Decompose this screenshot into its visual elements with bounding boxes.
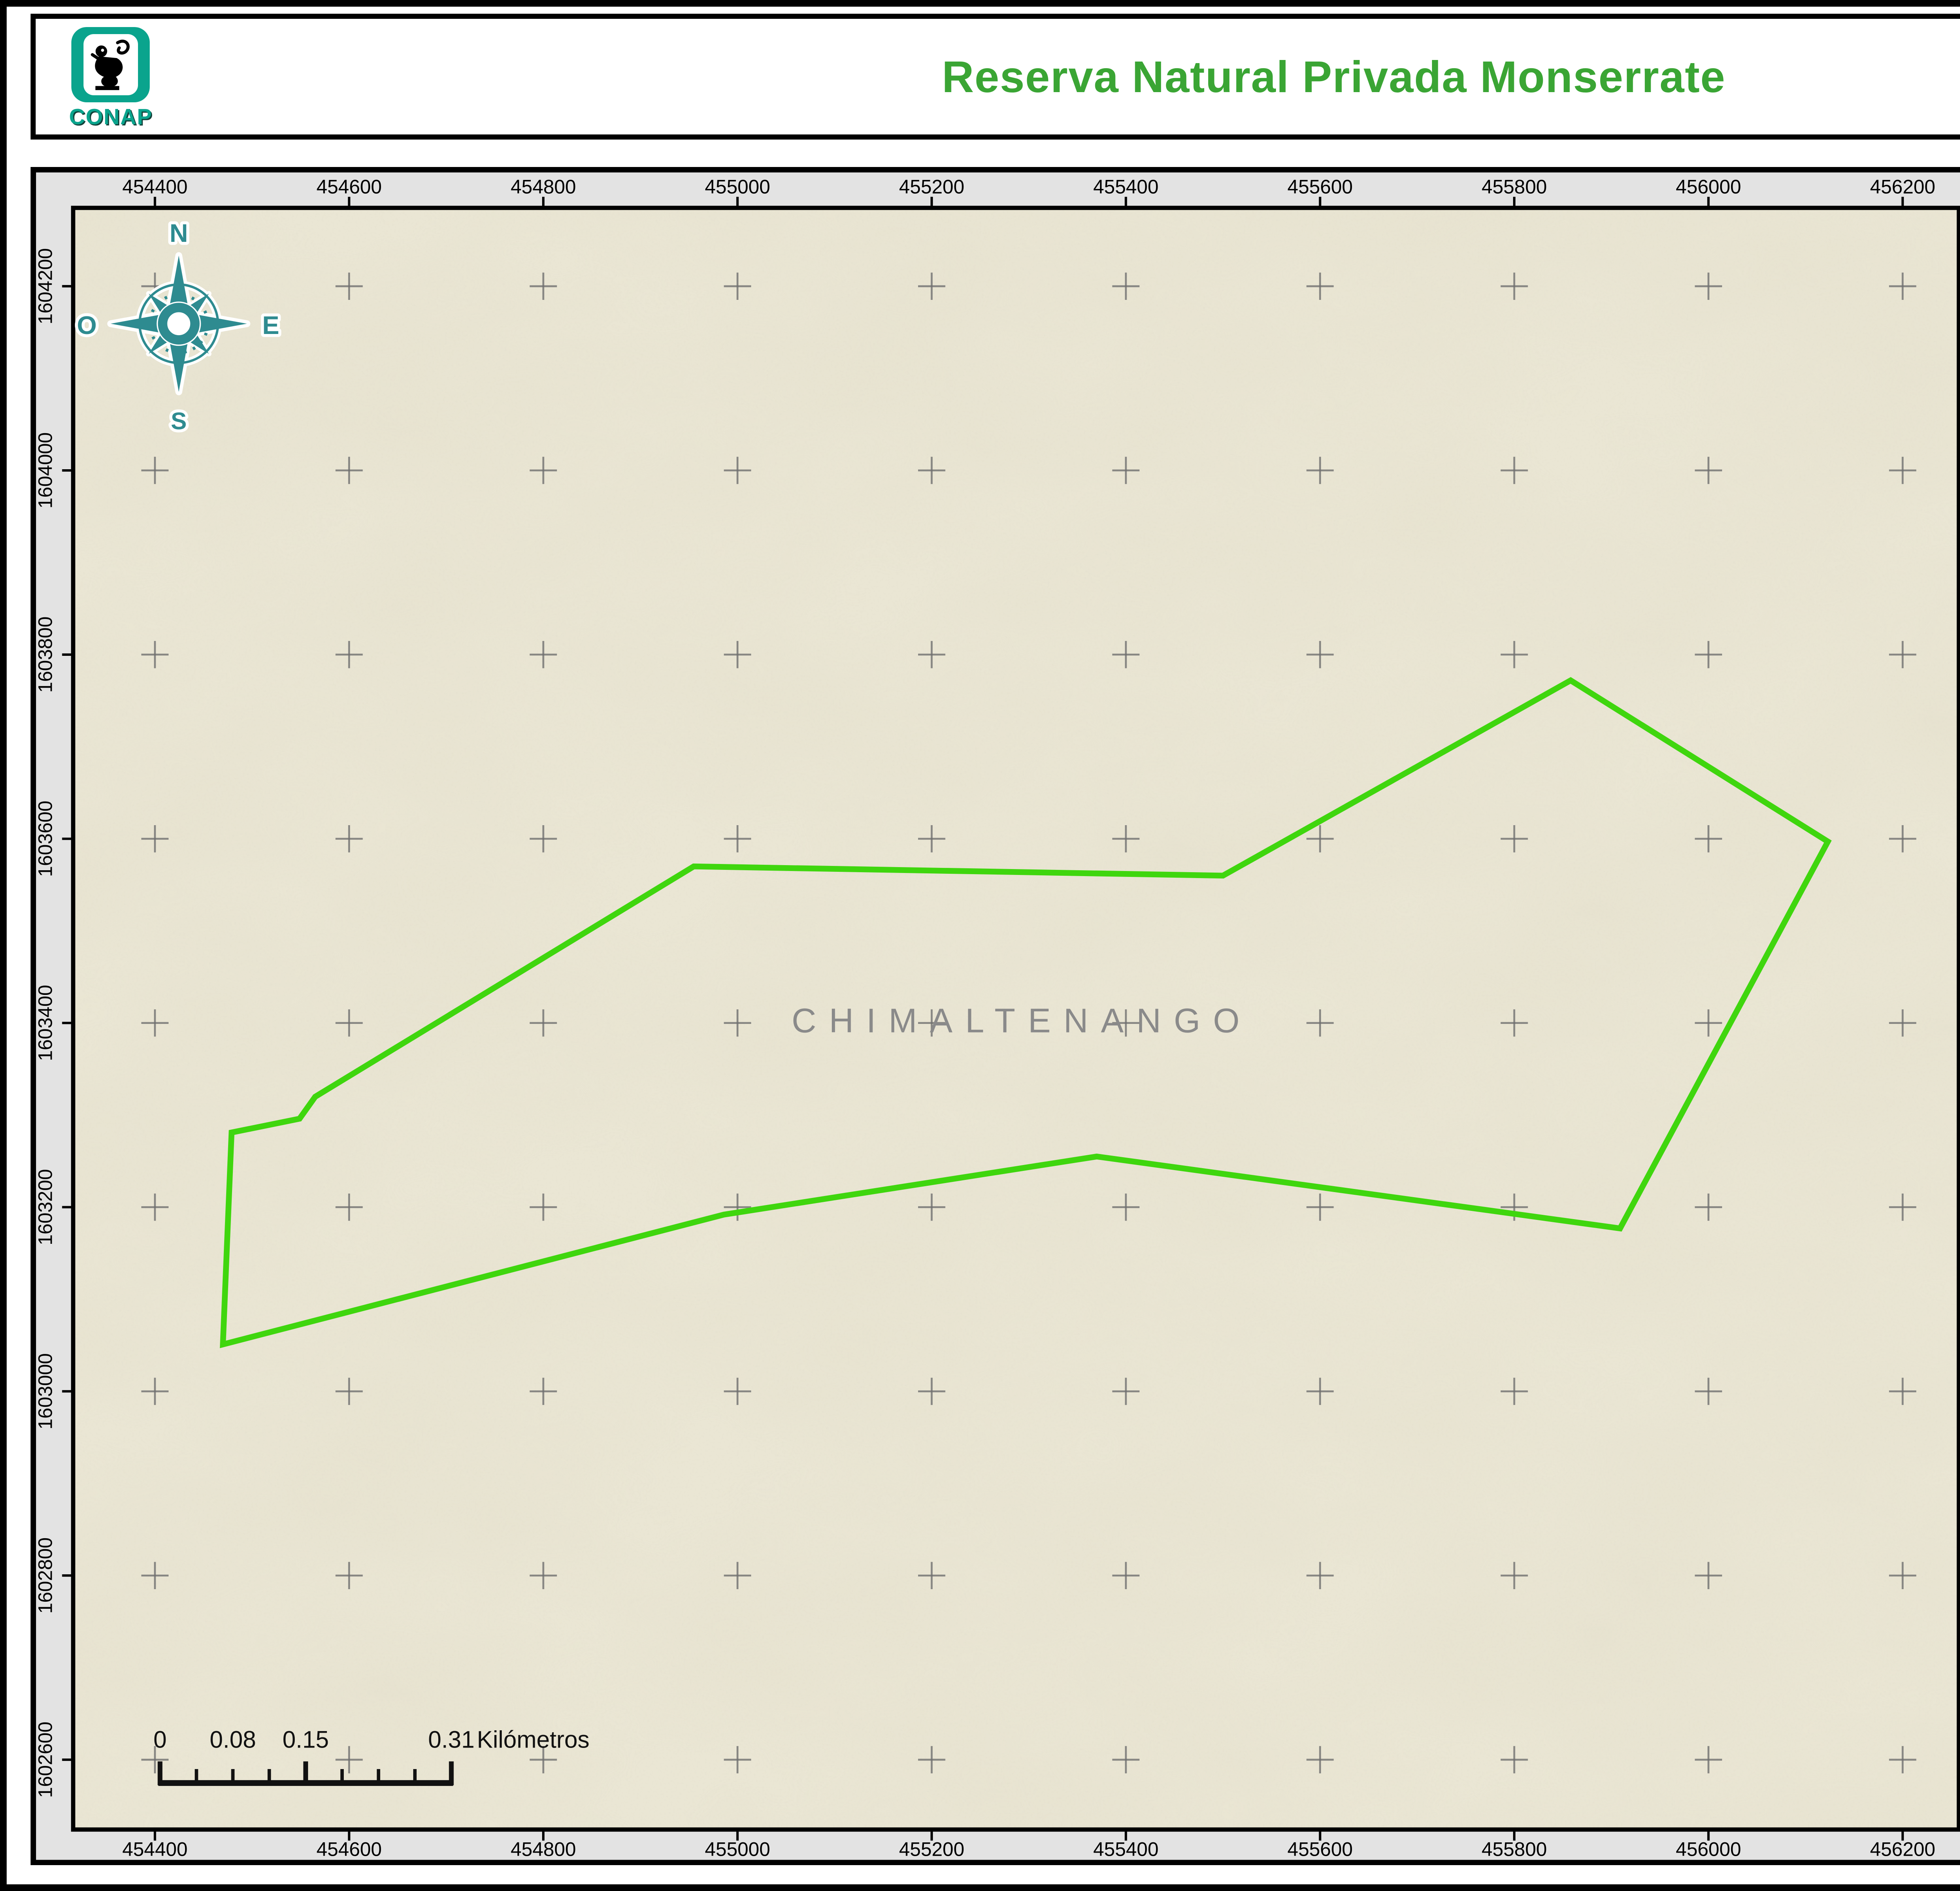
scale-bar-tick [413, 1769, 417, 1785]
x-axis-label: 455800 [1482, 176, 1547, 198]
map-sheet: CONAP Reserva Natural Privada Monserrate… [0, 0, 1960, 1891]
conap-badge [71, 27, 150, 102]
x-axis-label: 455000 [705, 176, 770, 198]
x-axis-label: 455200 [899, 176, 965, 198]
x-axis-label: 455400 [1093, 1838, 1159, 1860]
x-axis-label: 456200 [1870, 176, 1936, 198]
sheet-scaler: CONAP Reserva Natural Privada Monserrate… [0, 0, 1960, 1891]
main-map-canvas: 454400 454400 454600 454600 454800 454800 4550… [31, 167, 1960, 1865]
x-axis-label: 456000 [1676, 176, 1741, 198]
y-axis-label: 1603200 [34, 1169, 56, 1245]
y-axis-label: 1602800 [34, 1537, 56, 1614]
x-axis-label: 454800 [511, 1838, 576, 1860]
compass-o: O [77, 311, 97, 339]
scale-bar-unit: Kilómetros [477, 1726, 590, 1753]
x-axis-label: 455800 [1482, 1838, 1547, 1860]
scale-bar-label: 0.31 [428, 1726, 474, 1753]
compass-s: S [171, 408, 187, 434]
x-axis-label: 454600 [316, 176, 382, 198]
scale-bar-tick [268, 1769, 271, 1785]
y-axis-label: 1603800 [34, 616, 56, 693]
x-axis-label: 454400 [122, 1838, 188, 1860]
scale-bar-tick [195, 1769, 198, 1785]
scale-bar-label: 0.08 [210, 1726, 256, 1753]
conap-logo: CONAP [56, 27, 165, 132]
x-axis-label: 455400 [1093, 176, 1159, 198]
compass-e: E [262, 311, 279, 339]
conap-monkey-icon [83, 34, 138, 95]
x-axis-label: 455600 [1287, 1838, 1353, 1860]
y-axis-label: 1603400 [34, 985, 56, 1061]
compass-hub [163, 307, 195, 340]
page-title: Reserva Natural Privada Monserrate [942, 51, 1726, 102]
scale-bar-label: 0 [154, 1726, 167, 1753]
x-axis-label: 456200 [1870, 1838, 1936, 1860]
main-map: 454400 454400 454600 454600 454800 454800 4550… [31, 167, 1960, 1865]
x-axis-label: 454400 [122, 176, 188, 198]
x-axis-label: 456000 [1676, 1838, 1741, 1860]
scale-bar-tick [341, 1769, 344, 1785]
x-axis-label: 455000 [705, 1838, 770, 1860]
y-axis-label: 1604200 [34, 248, 56, 325]
header: CONAP Reserva Natural Privada Monserrate [31, 14, 1960, 140]
scale-bar-tick [377, 1769, 380, 1785]
y-axis-label: 1603600 [34, 800, 56, 877]
y-axis-label: 1602600 [34, 1722, 56, 1798]
scale-bar-tick [231, 1769, 235, 1785]
department-label: CHIMALTENANGO [792, 1002, 1252, 1040]
compass-n: N [170, 219, 188, 247]
scale-bar-label: 0.15 [283, 1726, 329, 1753]
x-axis-label: 454600 [316, 1838, 382, 1860]
scale-bar-tick [303, 1761, 308, 1785]
x-axis-label: 455600 [1287, 176, 1353, 198]
conap-logo-text: CONAP [56, 104, 165, 129]
x-axis-label: 454800 [511, 176, 576, 198]
x-axis-label: 455200 [899, 1838, 965, 1860]
scale-bar-tick [158, 1761, 162, 1785]
y-axis-label: 1603000 [34, 1353, 56, 1430]
scale-bar-tick [449, 1761, 454, 1785]
y-axis-label: 1604000 [34, 432, 56, 509]
